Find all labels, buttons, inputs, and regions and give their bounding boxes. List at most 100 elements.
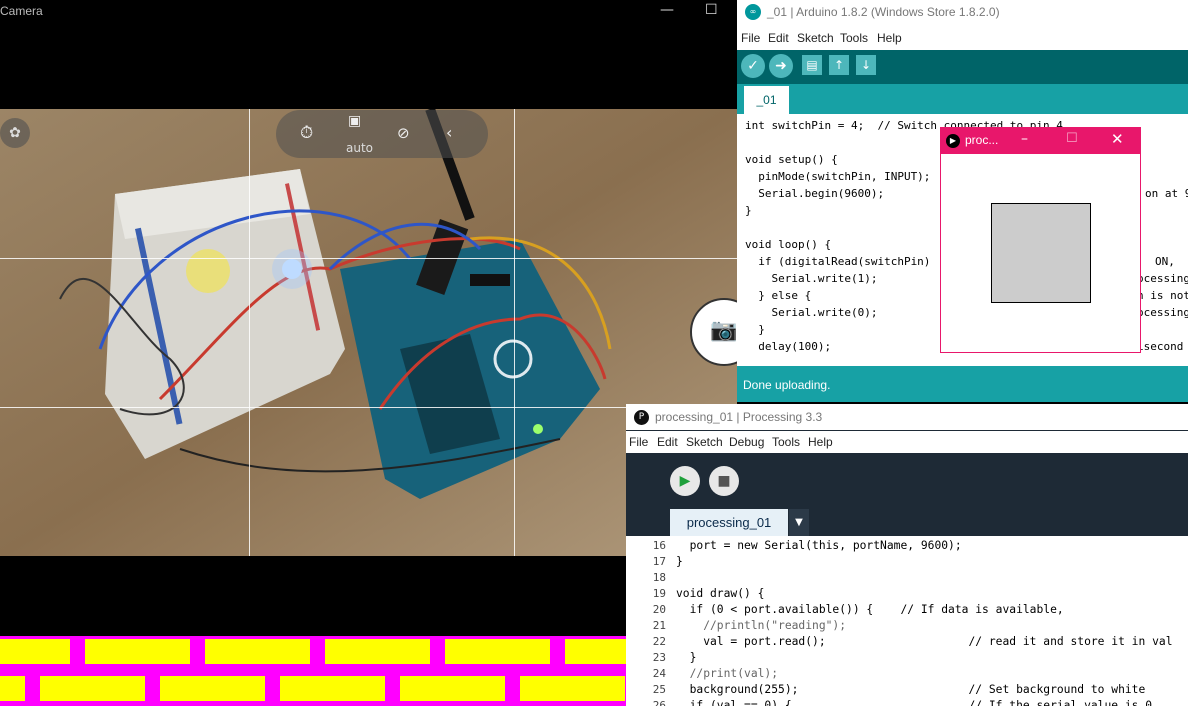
code-line: void draw() {	[676, 587, 765, 600]
processing-menubar: File Edit Sketch Debug Tools Help	[626, 431, 1188, 453]
grid-line-vertical	[514, 109, 515, 556]
code-line: pinMode(switchPin, INPUT);	[745, 170, 931, 183]
code-line: //print(val);	[676, 667, 779, 680]
minimize-icon[interactable]: –	[1021, 131, 1028, 147]
menu-sketch[interactable]: Sketch	[797, 31, 834, 45]
stop-button[interactable]: ■	[709, 466, 739, 496]
checkmark-icon: ✓	[747, 58, 759, 74]
processing-titlebar: P processing_01 | Processing 3.3	[626, 404, 1188, 430]
code-line: if (0 < port.available()) { // If data i…	[676, 603, 1064, 616]
sketch-titlebar: ▶ proc... – ☐ ✕	[941, 128, 1140, 154]
new-file-icon: ▤	[806, 58, 818, 72]
line-number: 22	[652, 635, 666, 648]
grid-line-vertical	[249, 109, 250, 556]
menu-sketch[interactable]: Sketch	[686, 435, 723, 449]
menu-debug[interactable]: Debug	[729, 435, 764, 449]
code-line: port = new Serial(this, portName, 9600);	[676, 539, 962, 552]
code-line: Serial.begin(9600);	[745, 187, 885, 200]
play-icon: ▶	[946, 134, 960, 148]
timer-icon[interactable]: ⏱	[300, 123, 313, 143]
code-line: val = port.read(); // read it and store …	[676, 635, 1173, 648]
tab-processing-01[interactable]: processing_01	[670, 509, 788, 536]
menu-file[interactable]: File	[741, 31, 760, 45]
camera-auto-label: auto	[346, 141, 374, 155]
code-fragment: on at 9	[1145, 187, 1188, 200]
menu-tools[interactable]: Tools	[772, 435, 800, 449]
code-line: void loop() {	[745, 238, 832, 251]
code-line: } else {	[745, 289, 812, 302]
close-icon[interactable]: ✕	[1111, 130, 1124, 148]
verify-button[interactable]: ✓	[741, 54, 765, 78]
processing-toolbar: ▶ ■	[626, 453, 1188, 511]
line-number: 23	[652, 651, 666, 664]
run-button[interactable]: ▶	[670, 466, 700, 496]
code-fragment: ocessing	[1137, 306, 1188, 319]
stop-icon: ■	[717, 473, 731, 489]
sketch-square	[991, 203, 1091, 303]
arduino-logo-icon: ∞	[745, 4, 761, 20]
arrow-down-icon: ↓	[860, 58, 872, 72]
code-fragment: ON,	[1155, 255, 1175, 268]
menu-tools[interactable]: Tools	[840, 31, 868, 45]
code-line: void setup() {	[745, 153, 838, 166]
line-number: 21	[652, 619, 666, 632]
arduino-menubar: File Edit Sketch Tools Help	[737, 27, 1188, 49]
arrow-up-icon: ↑	[833, 58, 845, 72]
processing-title: processing_01 | Processing 3.3	[655, 410, 823, 424]
tab-menu-arrow-icon[interactable]: ▼	[789, 509, 809, 536]
code-line: Serial.write(1);	[745, 272, 878, 285]
code-line: Serial.write(0);	[745, 306, 878, 319]
menu-edit[interactable]: Edit	[657, 435, 678, 449]
play-icon: ▶	[679, 473, 691, 489]
maximize-icon[interactable]: ☐	[1066, 131, 1078, 146]
line-number: 19	[652, 587, 666, 600]
minimize-icon[interactable]: —	[660, 2, 674, 18]
code-line: if (digitalRead(switchPin)	[745, 255, 931, 268]
code-line: if (val == 0) { // If the serial value i…	[676, 699, 1159, 706]
exposure-icon[interactable]: ⊘	[397, 124, 410, 142]
line-number-gutter: 16 17 18 19 20 21 22 23 24 25 26	[626, 536, 670, 706]
open-sketch-button[interactable]: ↑	[829, 55, 849, 75]
line-number: 25	[652, 683, 666, 696]
line-number: 24	[652, 667, 666, 680]
line-number: 18	[652, 571, 666, 584]
processing-logo-icon: P	[634, 410, 649, 425]
grid-line-horizontal	[0, 258, 737, 259]
code-line: //println("reading");	[676, 619, 847, 632]
arduino-titlebar: ∞ _01 | Arduino 1.8.2 (Windows Store 1.8…	[737, 0, 1188, 26]
line-number: 20	[652, 603, 666, 616]
camera-title: Camera	[0, 4, 43, 18]
code-fragment: ocessing	[1137, 272, 1188, 285]
arrow-right-icon: ➜	[775, 58, 787, 74]
arduino-title: _01 | Arduino 1.8.2 (Windows Store 1.8.2…	[767, 5, 1000, 19]
line-number: 17	[652, 555, 666, 568]
tab-sketch[interactable]: _01	[744, 86, 789, 114]
new-sketch-button[interactable]: ▤	[802, 55, 822, 75]
arduino-status-bar: Done uploading.	[737, 370, 1188, 402]
code-line: delay(100);	[745, 340, 832, 353]
code-line: }	[676, 555, 683, 568]
status-text: Done uploading.	[743, 378, 831, 392]
menu-help[interactable]: Help	[808, 435, 833, 449]
upload-button[interactable]: ➜	[769, 54, 793, 78]
camera-settings-button[interactable]: ✿	[0, 118, 30, 148]
save-sketch-button[interactable]: ↓	[856, 55, 876, 75]
code-line: }	[676, 651, 697, 664]
menu-help[interactable]: Help	[877, 31, 902, 45]
photo-mode-icon[interactable]: ▣	[348, 113, 361, 129]
code-line: background(255); // Set background to wh…	[676, 683, 1146, 696]
line-number: 26	[652, 699, 666, 706]
menu-edit[interactable]: Edit	[768, 31, 789, 45]
processing-code-editor[interactable]: 16 17 18 19 20 21 22 23 24 25 26 port = …	[626, 536, 1188, 706]
menu-file[interactable]: File	[629, 435, 648, 449]
code-fragment: isecond	[1137, 340, 1184, 353]
line-number: 16	[652, 539, 666, 552]
code-line: }	[745, 204, 752, 217]
sketch-output-window: ▶ proc... – ☐ ✕	[940, 127, 1141, 353]
sketch-title: proc...	[965, 133, 999, 147]
code-line: }	[745, 323, 765, 336]
code-fragment: h is not	[1137, 289, 1188, 302]
maximize-icon[interactable]: ☐	[705, 2, 718, 18]
collapse-chevron-icon[interactable]: ‹	[446, 123, 452, 142]
processing-window: P processing_01 | Processing 3.3 File Ed…	[626, 404, 1188, 706]
